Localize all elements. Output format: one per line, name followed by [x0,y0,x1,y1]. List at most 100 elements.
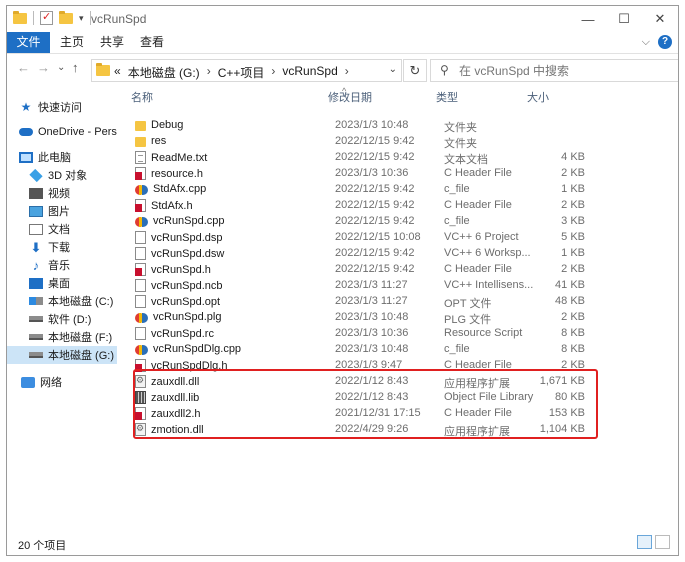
file-row[interactable]: StdAfx.cpp 2022/12/15 9:42 c_file 1 KB [125,182,673,198]
file-name-cell: vcRunSpd.cpp [135,215,225,227]
file-row[interactable]: res 2022/12/15 9:42 文件夹 [125,134,673,150]
sidebar-item-label: OneDrive - Perso [38,126,117,138]
recent-locations-button[interactable]: ⌄ [57,62,65,73]
file-row[interactable]: ReadMe.txt 2022/12/15 9:42 文本文档 4 KB [125,150,673,166]
sidebar-item-label: 本地磁盘 (G:) [48,350,114,362]
sidebar-item-music[interactable]: ♪ 音乐 [7,256,117,274]
tab-home[interactable]: 主页 [60,32,84,53]
breadcrumb-item[interactable]: 本地磁盘 (G:) [128,64,200,81]
column-header-date[interactable]: 修改日期 [328,86,428,110]
column-header-size[interactable]: 大小 [527,86,587,110]
tab-share[interactable]: 共享 [100,32,124,53]
file-row[interactable]: vcRunSpd.dsp 2022/12/15 10:08 VC++ 6 Proje… [125,230,673,246]
file-row[interactable]: Debug 2023/1/3 10:48 文件夹 [125,118,673,134]
sidebar-item-label: 下载 [48,242,70,254]
sidebar-item-documents[interactable]: 文档 [7,220,117,238]
file-icon [135,327,146,340]
item-count: 20 个项目 [18,540,67,552]
file-name-cell: vcRunSpd.dsp [135,231,223,244]
sidebar-item-drive-c[interactable]: 本地磁盘 (C:) [7,292,117,310]
search-box[interactable]: ⚲ [430,59,678,82]
tab-view[interactable]: 查看 [140,32,164,53]
up-button[interactable]: ↑ [72,60,79,75]
file-name-cell: resource.h [135,167,203,180]
breadcrumb-item[interactable]: C++项目 [218,64,265,81]
back-button[interactable]: ← [17,60,30,75]
file-row[interactable]: vcRunSpd.plg 2023/1/3 10:48 PLG 文件 2 KB [125,310,673,326]
sidebar-item-network[interactable]: 网络 [7,373,117,391]
breadcrumb-item[interactable]: vcRunSpd [282,64,337,81]
address-bar[interactable]: « 本地磁盘 (G:) › C++项目 › vcRunSpd › ⌄ [91,59,402,82]
sidebar-item-quick-access[interactable]: ★ 快速访问 [7,98,117,116]
file-size: 1 KB [561,247,585,259]
file-name: StdAfx.cpp [153,183,207,195]
file-row[interactable]: vcRunSpd.opt 2023/1/3 11:27 OPT 文件 48 KB [125,294,673,310]
sidebar-item-label: 快速访问 [38,102,82,114]
pc-icon [19,151,33,163]
file-row[interactable]: vcRunSpd.dsw 2022/12/15 9:42 VC++ 6 Worksp… [125,246,673,262]
file-type: 文件夹 [444,138,477,150]
breadcrumb-overflow[interactable]: « [114,64,121,81]
text-file-icon [135,151,146,164]
details-view-button[interactable] [637,535,652,549]
file-type: OPT 文件 [444,298,492,310]
sidebar-item-drive-f[interactable]: 本地磁盘 (F:) [7,328,117,346]
file-name-cell: vcRunSpd.ncb [135,279,223,292]
breadcrumb-separator[interactable]: › [271,64,275,81]
cloud-icon [19,128,33,136]
column-header-name[interactable]: 名称 [131,86,321,110]
file-row[interactable]: vcRunSpd.h 2022/12/15 9:42 C Header File 2 … [125,262,673,278]
window-title: vcRunSpd [91,12,147,26]
sidebar-item-downloads[interactable]: ⬇ 下载 [7,238,117,256]
file-name-cell: StdAfx.cpp [135,183,206,195]
sidebar-item-3d-objects[interactable]: 3D 对象 [7,166,117,184]
file-name-cell: StdAfx.h [135,199,193,212]
file-row[interactable]: StdAfx.h 2022/12/15 9:42 C Header File 2 KB [125,198,673,214]
customize-toolbar-icon[interactable]: ▾ [79,13,84,24]
file-size: 3 KB [561,215,585,227]
address-dropdown-icon[interactable]: ⌄ [389,64,397,75]
file-row[interactable]: vcRunSpd.rc 2023/1/3 10:36 Resource Script… [125,326,673,342]
drive-icon [29,297,43,305]
sidebar-item-label: 软件 (D:) [48,314,92,326]
sidebar-item-drive-d[interactable]: 软件 (D:) [7,310,117,328]
sidebar-item-onedrive[interactable]: OneDrive - Perso [7,123,117,141]
sidebar-item-desktop[interactable]: 桌面 [7,274,117,292]
refresh-button[interactable]: ↻ [403,59,427,82]
large-icons-view-button[interactable] [655,535,670,549]
column-header-type[interactable]: 类型 [436,86,521,110]
file-date: 2023/1/3 11:27 [335,295,408,307]
file-row[interactable]: resource.h 2023/1/3 10:36 C Header File 2 K… [125,166,673,182]
sidebar-item-drive-g[interactable]: 本地磁盘 (G:) [7,346,117,364]
sidebar-item-this-pc[interactable]: 此电脑 [7,148,117,166]
breadcrumb-separator[interactable]: › [207,64,211,81]
file-size: 8 KB [561,343,585,355]
new-folder-icon[interactable] [59,10,73,24]
breadcrumb-separator[interactable]: › [345,64,349,81]
file-date: 2022/12/15 10:08 [335,231,421,243]
file-type: Resource Script [444,327,523,339]
maximize-button[interactable]: ☐ [606,6,642,32]
sidebar-item-pictures[interactable]: 图片 [7,202,117,220]
help-icon[interactable]: ? [658,35,672,49]
file-name: vcRunSpd.dsp [151,231,223,244]
file-size: 41 KB [555,279,585,291]
tab-file[interactable]: 文件 [7,32,50,53]
search-icon: ⚲ [440,63,449,77]
chevron-down-icon[interactable]: ⌵ [642,36,650,49]
file-name-cell: Debug [135,119,183,131]
file-date: 2022/12/15 9:42 [335,135,415,147]
sidebar-item-videos[interactable]: 视频 [7,184,117,202]
file-name-cell: ReadMe.txt [135,151,207,164]
file-size: 2 KB [561,311,585,323]
file-type: 文本文档 [444,154,488,166]
file-row[interactable]: vcRunSpd.cpp 2022/12/15 9:42 c_file 3 KB [125,214,673,230]
properties-icon[interactable] [40,10,53,25]
file-row[interactable]: vcRunSpd.ncb 2023/1/3 11:27 VC++ Intellise… [125,278,673,294]
search-input[interactable] [459,62,678,79]
close-button[interactable]: ✕ [642,6,678,32]
minimize-button[interactable]: — [570,6,606,32]
forward-button[interactable]: → [37,60,50,75]
view-toggle [637,535,670,549]
file-row[interactable]: vcRunSpdDlg.cpp 2023/1/3 10:48 c_file 8 KB [125,342,673,358]
